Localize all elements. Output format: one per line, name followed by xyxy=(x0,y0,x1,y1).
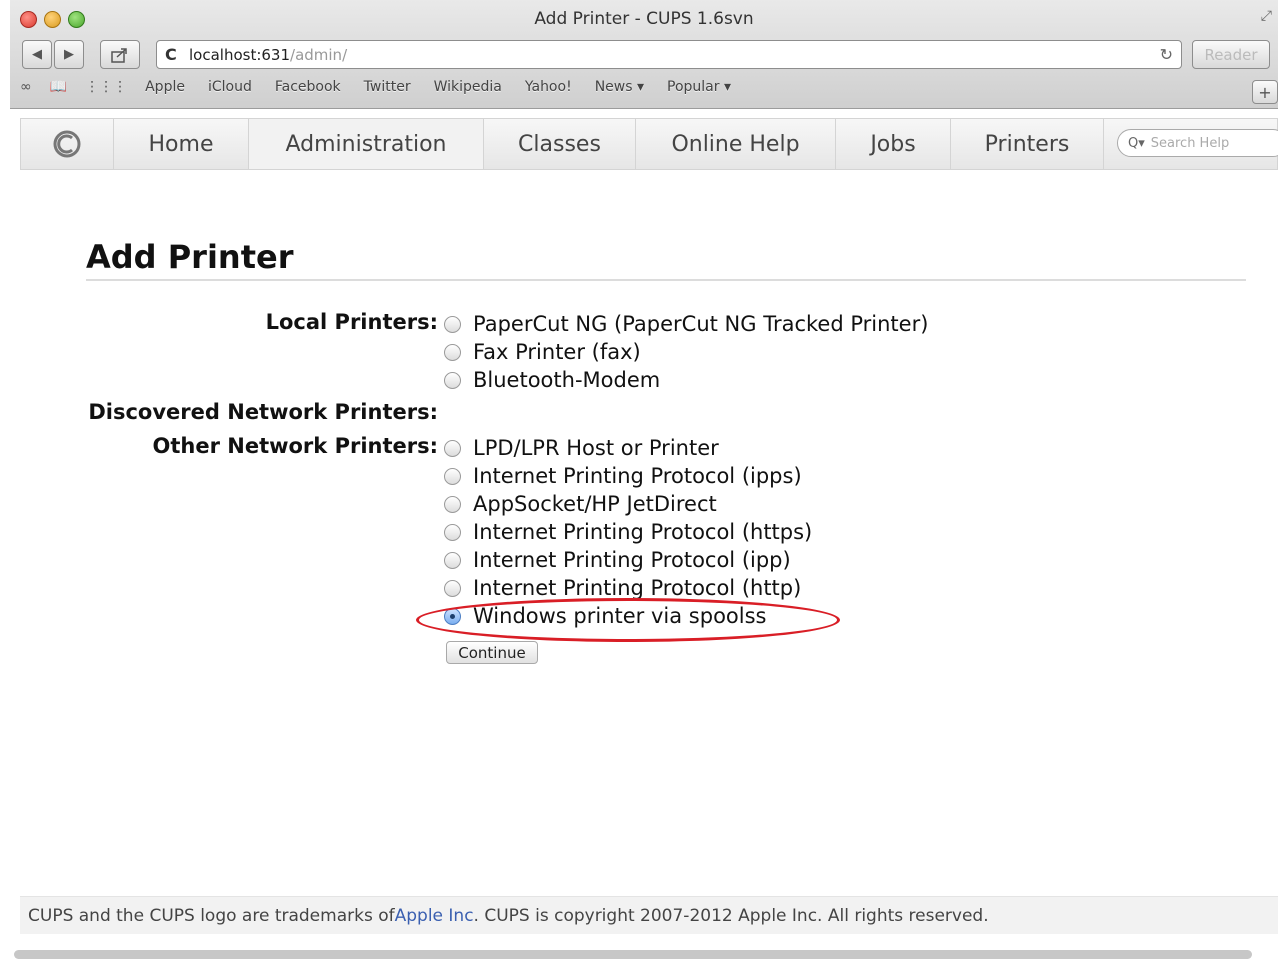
radio-button[interactable] xyxy=(444,439,461,457)
continue-button[interactable]: Continue xyxy=(446,641,538,664)
search-help-input[interactable]: Q▾ Search Help xyxy=(1117,129,1278,157)
option-local-bluetooth-modem[interactable]: Bluetooth-Modem xyxy=(444,366,660,394)
url-text[interactable]: localhost:631/admin/ xyxy=(189,46,347,64)
option-label: LPD/LPR Host or Printer xyxy=(473,436,719,460)
share-icon xyxy=(111,47,127,63)
bookmark-twitter[interactable]: Twitter xyxy=(364,79,411,95)
footer-text-after: . CUPS is copyright 2007-2012 Apple Inc.… xyxy=(473,905,989,926)
option-label: Internet Printing Protocol (http) xyxy=(473,576,802,600)
bookmark-apple[interactable]: Apple xyxy=(145,79,185,95)
radio-button[interactable] xyxy=(444,495,461,513)
option-label: Internet Printing Protocol (ipps) xyxy=(473,464,802,488)
option-local-fax[interactable]: Fax Printer (fax) xyxy=(444,338,641,366)
tab-jobs[interactable]: Jobs xyxy=(836,119,951,169)
bookmark-popular-menu[interactable]: Popular ▾ xyxy=(667,79,731,95)
local-printers-label: Local Printers: xyxy=(265,310,438,334)
reload-icon[interactable]: ↻ xyxy=(1160,45,1173,64)
back-arrow-icon: ◀ xyxy=(32,47,42,62)
radio-button[interactable] xyxy=(444,467,461,485)
option-label: Internet Printing Protocol (https) xyxy=(473,520,813,544)
title-divider xyxy=(86,279,1246,281)
cups-logo-icon xyxy=(53,130,81,158)
radio-button[interactable] xyxy=(444,551,461,569)
reader-button[interactable]: Reader xyxy=(1192,40,1270,69)
window-title: Add Printer - CUPS 1.6svn xyxy=(534,9,754,29)
radio-button[interactable] xyxy=(444,523,461,541)
bookmark-icloud[interactable]: iCloud xyxy=(208,79,252,95)
radio-button[interactable] xyxy=(444,579,461,597)
tab-home[interactable]: Home xyxy=(114,119,249,169)
top-sites-grid-icon[interactable]: ⋮⋮⋮ xyxy=(85,79,127,95)
forward-button[interactable]: ▶ xyxy=(54,40,84,69)
other-printers-label: Other Network Printers: xyxy=(152,434,439,458)
new-tab-button[interactable]: + xyxy=(1252,80,1278,104)
forward-arrow-icon: ▶ xyxy=(64,47,74,62)
cups-nav-bar: Home Administration Classes Online Help … xyxy=(20,118,1278,170)
option-ipps[interactable]: Internet Printing Protocol (ipps) xyxy=(444,462,802,490)
page-title: Add Printer xyxy=(86,238,294,276)
site-favicon-icon: C xyxy=(165,45,177,64)
search-placeholder: Search Help xyxy=(1150,135,1230,151)
option-label: Fax Printer (fax) xyxy=(473,340,641,364)
option-label: PaperCut NG (PaperCut NG Tracked Printer… xyxy=(473,312,929,336)
bookmark-facebook[interactable]: Facebook xyxy=(275,79,341,95)
option-lpd[interactable]: LPD/LPR Host or Printer xyxy=(444,434,719,462)
option-label: Bluetooth-Modem xyxy=(473,368,661,392)
search-icon: Q▾ xyxy=(1128,135,1145,151)
red-highlight-ellipse xyxy=(416,598,840,642)
browser-chrome: Add Printer - CUPS 1.6svn ⤢ ◀ ▶ C localh… xyxy=(10,0,1278,109)
option-ipp[interactable]: Internet Printing Protocol (ipp) xyxy=(444,546,791,574)
radio-button[interactable] xyxy=(444,371,461,389)
reading-list-icon[interactable]: 📖 xyxy=(50,79,67,95)
plus-icon: + xyxy=(1258,82,1272,102)
back-button[interactable]: ◀ xyxy=(22,40,52,69)
discovered-printers-label: Discovered Network Printers: xyxy=(88,400,438,424)
tab-classes[interactable]: Classes xyxy=(484,119,636,169)
bookmarks-bar: ∞ 📖 ⋮⋮⋮ Apple iCloud Facebook Twitter Wi… xyxy=(20,76,754,98)
option-local-papercut[interactable]: PaperCut NG (PaperCut NG Tracked Printer… xyxy=(444,310,928,338)
fullscreen-icon[interactable]: ⤢ xyxy=(1261,8,1272,24)
footer-text-before: CUPS and the CUPS logo are trademarks of xyxy=(28,905,395,926)
radio-button[interactable] xyxy=(444,343,461,361)
bookmark-news-menu[interactable]: News ▾ xyxy=(595,79,644,95)
horizontal-scrollbar[interactable] xyxy=(14,950,1252,959)
option-https[interactable]: Internet Printing Protocol (https) xyxy=(444,518,812,546)
tab-administration[interactable]: Administration xyxy=(249,119,484,169)
page-footer: CUPS and the CUPS logo are trademarks of… xyxy=(20,896,1278,934)
bookmark-wikipedia[interactable]: Wikipedia xyxy=(434,79,502,95)
apple-inc-link[interactable]: Apple Inc xyxy=(395,906,474,926)
share-button[interactable] xyxy=(100,40,140,69)
option-label: Internet Printing Protocol (ipp) xyxy=(473,548,791,572)
tab-printers[interactable]: Printers xyxy=(951,119,1104,169)
address-bar[interactable]: C localhost:631/admin/ ↻ xyxy=(156,40,1182,69)
option-appsocket[interactable]: AppSocket/HP JetDirect xyxy=(444,490,717,518)
cups-logo-link[interactable] xyxy=(21,119,114,169)
history-icon[interactable]: ∞ xyxy=(20,79,32,95)
tab-online-help[interactable]: Online Help xyxy=(636,119,836,169)
option-label: AppSocket/HP JetDirect xyxy=(473,492,717,516)
radio-button[interactable] xyxy=(444,315,461,333)
bookmark-yahoo[interactable]: Yahoo! xyxy=(525,79,572,95)
